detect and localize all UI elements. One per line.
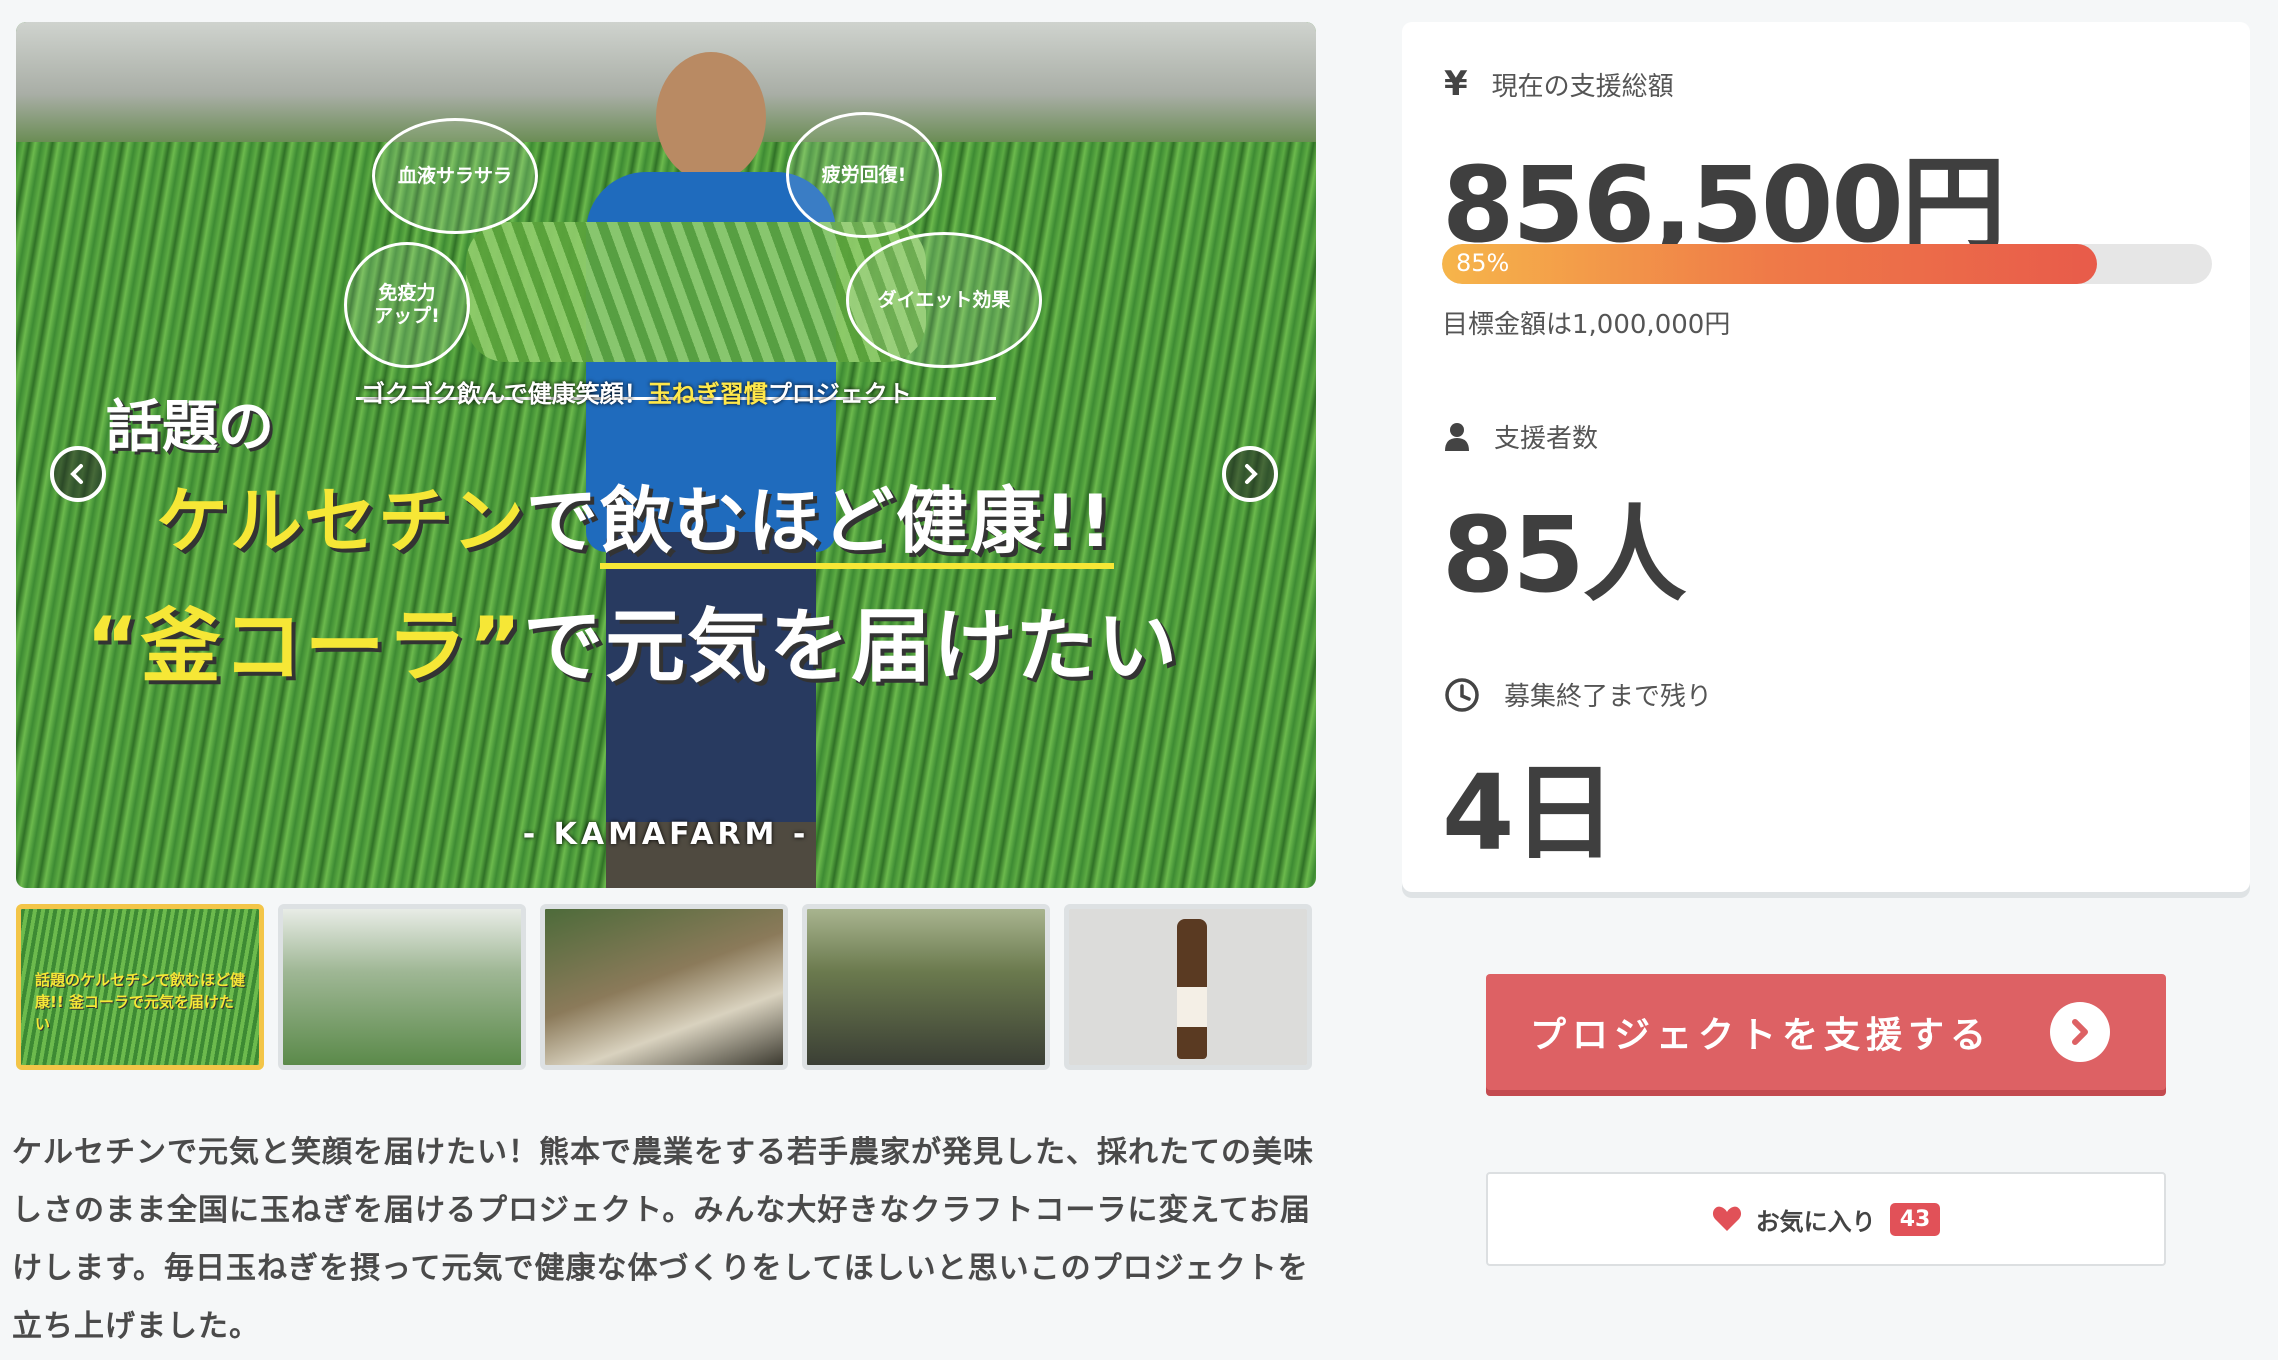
yen-icon: ¥ (1444, 64, 1468, 104)
thumbnail-5[interactable] (1064, 904, 1312, 1070)
prev-slide-button[interactable] (50, 446, 106, 502)
remaining-label: 募集終了まで残り (1504, 682, 1713, 712)
supporters-label-row: 支援者数 (1444, 418, 1598, 455)
chevron-right-icon (2072, 1019, 2088, 1045)
hero-subtitle: ゴクゴク飲んで健康笑顔！玉ねぎ習慣プロジェクト (361, 374, 912, 409)
bubble-immune: 免疫力 アップ! (344, 242, 470, 368)
progress-fill: 85% (1442, 244, 2097, 284)
funding-progress-bar: 85% (1442, 244, 2212, 284)
thumbnail-1[interactable]: 話題のケルセチンで飲むほど健康!! 釜コーラで元気を届けたい (16, 904, 264, 1070)
remaining-days: 4日 (1442, 752, 1616, 874)
hero-headline-1: ケルセチンで飲むほど健康!! (156, 462, 1114, 569)
thumbnail-3-image (545, 909, 783, 1065)
chevron-right-icon (1245, 464, 1258, 484)
bottle-label (1177, 987, 1207, 1027)
supporters-count: 85人 (1442, 494, 1687, 616)
thumbnail-3[interactable] (540, 904, 788, 1070)
clock-icon (1445, 677, 1479, 712)
bubble-diet: ダイエット効果 (846, 232, 1042, 368)
thumbnail-4-image (807, 909, 1045, 1065)
support-button-label: プロジェクトを支援する (1530, 1015, 1993, 1056)
total-label: 現在の支援総額 (1491, 71, 1674, 102)
total-label-row: ¥ 現在の支援総額 (1444, 64, 1674, 104)
main-project-image: 血液サラサラ 疲労回復! 免疫力 アップ! ダイエット効果 ゴクゴク飲んで健康笑… (16, 22, 1316, 888)
brand-label: - KAMAFARM - (522, 817, 810, 852)
bubble-fatigue: 疲労回復! (786, 112, 942, 238)
project-description: ケルセチンで元気と笑顔を届けたい！熊本で農業をする若手農家が発見した、採れたての… (12, 1135, 1314, 1344)
funding-stats-card: ¥ 現在の支援総額 856,500円 85% 目標金額は1,000,000円 支… (1402, 22, 2250, 892)
headline-kama-cola: “釜コーラ” (86, 600, 524, 693)
farmer-head (656, 52, 766, 182)
hero-headline-2: “釜コーラ”で元気を届けたい (86, 582, 1179, 698)
support-project-button[interactable]: プロジェクトを支援する (1486, 974, 2166, 1090)
progress-percent: 85% (1456, 249, 1510, 277)
subtitle-post: プロジェクト (767, 380, 912, 408)
chevron-left-icon (70, 464, 83, 484)
heart-icon (1712, 1206, 1741, 1231)
thumbnail-1-caption: 話題のケルセチンで飲むほど健康!! 釜コーラで元気を届けたい (35, 971, 246, 1033)
subtitle-highlight: 玉ねぎ習慣 (647, 380, 768, 408)
thumbnail-2[interactable] (278, 904, 526, 1070)
next-slide-button[interactable] (1222, 446, 1278, 502)
hero-wadai: 話題の (106, 395, 274, 460)
thumbnail-4[interactable] (802, 904, 1050, 1070)
headline-de: で (526, 479, 601, 563)
headline-quercetin: ケルセチン (156, 479, 527, 563)
headline-genki: で元気を届けたい (523, 600, 1180, 693)
favorite-button[interactable]: お気に入り 43 (1486, 1172, 2166, 1266)
bubble-blood: 血液サラサラ (372, 118, 538, 234)
favorite-count-badge: 43 (1889, 1202, 1941, 1236)
remaining-label-row: 募集終了まで残り (1444, 676, 1712, 713)
supporters-label: 支援者数 (1494, 424, 1599, 454)
person-icon (1445, 422, 1469, 451)
goal-amount: 目標金額は1,000,000円 (1442, 310, 1731, 340)
favorite-label: お気に入り (1755, 1207, 1876, 1236)
headline-healthy: 飲むほど健康!! (600, 479, 1114, 569)
subtitle-pre: ゴクゴク飲んで健康笑顔！ (361, 380, 648, 408)
thumbnail-2-image (283, 909, 521, 1065)
arrow-circle-icon (2050, 1002, 2110, 1062)
thumbnail-strip: 話題のケルセチンで飲むほど健康!! 釜コーラで元気を届けたい (16, 904, 1316, 1070)
